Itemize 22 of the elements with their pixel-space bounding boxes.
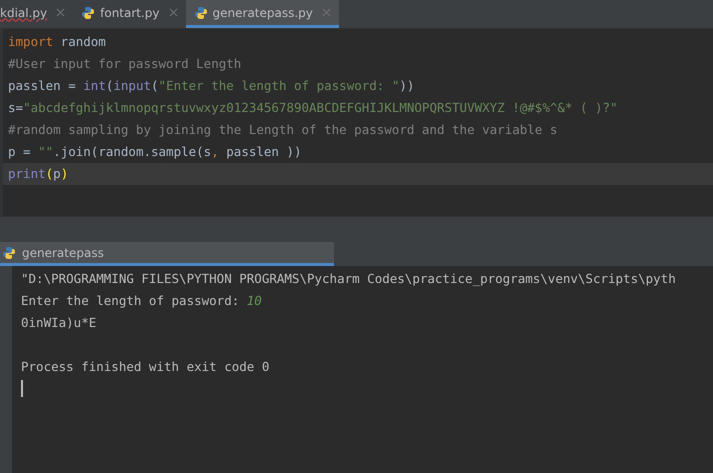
- close-icon[interactable]: [56, 8, 66, 17]
- console-line: "D:\PROGRAMMING FILES\PYTHON PROGRAMS\Pycharm Codes\practice_programs\venv\Scripts\pyth: [21, 270, 676, 288]
- panel-splitter[interactable]: [0, 216, 713, 242]
- code-line: import random: [7, 33, 107, 51]
- close-icon[interactable]: [322, 8, 331, 17]
- python-icon: [2, 246, 16, 260]
- editor-tab[interactable]: generatepass.py: [186, 0, 339, 28]
- run-tab[interactable]: generatepass: [0, 242, 334, 266]
- close-icon[interactable]: [168, 8, 178, 17]
- text-cursor: [21, 380, 23, 397]
- code-line: s="abcdefghijklmnopqrstuvwxyz01234567890ABCDEFGHIJKLMNOPQRSTUVWXYZ !@#$%^&* ( )?": [7, 99, 619, 117]
- code-line: #random sampling by joining the Length of the password and the variable s: [7, 121, 558, 139]
- console-line: Enter the length of password: 10: [21, 292, 263, 310]
- python-icon: [194, 6, 208, 20]
- console-line: 0inWIa)u*E: [21, 314, 98, 332]
- editor-tab[interactable]: fontart.py: [73, 0, 186, 28]
- code-line: p = "".join(random.sample(s, passlen )): [7, 143, 303, 161]
- editor-tab[interactable]: kdial.py: [0, 0, 74, 28]
- code-line: passlen = int(input("Enter the length of password: ")): [7, 77, 416, 95]
- console-line: Process finished with exit code 0: [21, 358, 270, 376]
- python-icon: [81, 6, 96, 20]
- code-line: #User input for password Length: [7, 55, 242, 73]
